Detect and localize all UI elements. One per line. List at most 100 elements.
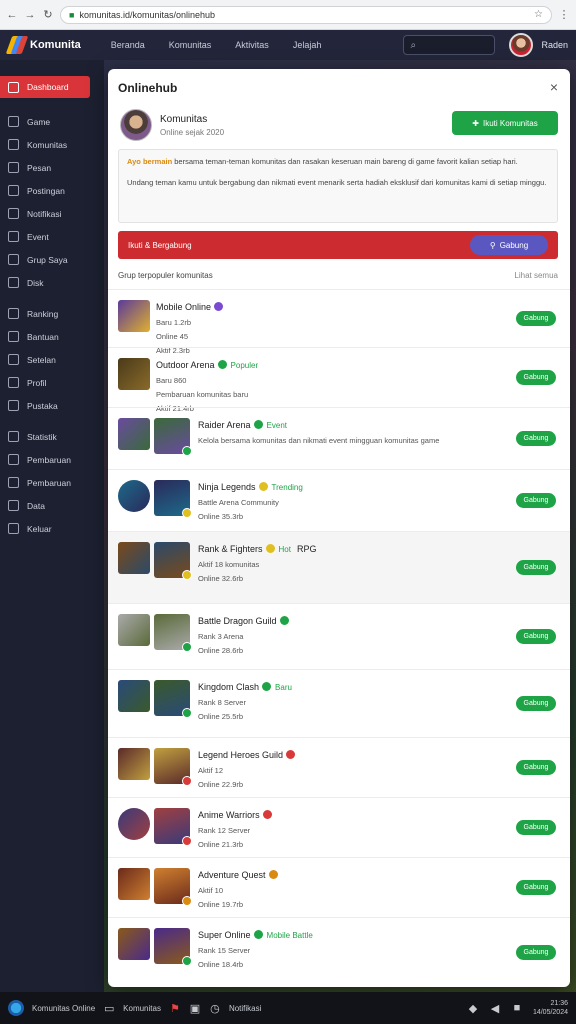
help-icon	[8, 331, 19, 342]
sidebar-item[interactable]: Data	[0, 494, 104, 517]
close-icon[interactable]: ×	[550, 79, 558, 95]
taskbar-window-label[interactable]: Komunitas	[123, 1004, 161, 1013]
sidebar-item[interactable]: Disk	[0, 271, 104, 294]
list-item[interactable]: Anime Warriors Rank 12 Server Online 21.3r…	[108, 797, 570, 857]
sidebar-item-label: Komunitas	[27, 139, 68, 150]
group-title[interactable]: Ninja Legends	[198, 482, 256, 492]
list-item[interactable]: Mobile Online Baru 1.2rb Online 45 Aktif 2.…	[108, 289, 570, 355]
join-group-button[interactable]: Gabung	[516, 431, 556, 446]
join-button[interactable]: ⚲ Gabung	[470, 235, 548, 255]
address-bar[interactable]: ■ komunitas.id/komunitas/onlinehub ☆	[60, 5, 552, 24]
list-item[interactable]: Raider Arena Event Kelola bersama komunita…	[108, 407, 570, 469]
join-group-button[interactable]: Gabung	[516, 696, 556, 711]
join-group-button[interactable]: Gabung	[516, 560, 556, 575]
browser-menu-icon[interactable]: ⋮	[558, 9, 570, 21]
avatar[interactable]	[509, 33, 534, 57]
group-title[interactable]: Kingdom Clash	[198, 682, 259, 692]
taskbar: Komunitas Online ▭ Komunitas ⚑ ▣ ◷ Notif…	[0, 992, 576, 1024]
nav-item-jelajah[interactable]: Jelajah	[293, 40, 322, 50]
sidebar-item[interactable]: Pembaruan	[0, 448, 104, 471]
search-input[interactable]: ⌕	[403, 35, 496, 55]
status-dot-icon	[182, 642, 192, 652]
app-header: Komunita Beranda Komunitas Aktivitas Jel…	[0, 30, 576, 60]
start-icon[interactable]	[8, 1000, 24, 1016]
list-header: Grup terpopuler komunitas Lihat semua	[118, 271, 558, 280]
window-icon[interactable]: ▣	[189, 1002, 201, 1015]
sidebar-item[interactable]: Komunitas	[0, 133, 104, 156]
list-item[interactable]: Outdoor Arena Populer Baru 860 Pembaruan ko…	[108, 347, 570, 413]
group-title[interactable]: Adventure Quest	[198, 870, 266, 880]
sidebar-item[interactable]: Dashboard	[0, 76, 90, 98]
app-logo[interactable]: Komunita	[5, 36, 81, 54]
join-group-button[interactable]: Gabung	[516, 760, 556, 775]
verified-icon	[253, 930, 263, 939]
taskbar-app-label[interactable]: Komunitas Online	[32, 1004, 95, 1013]
group-title[interactable]: Legend Heroes Guild	[198, 750, 283, 760]
list-item[interactable]: Kingdom Clash Baru Rank 8 Server Online 25.…	[108, 669, 570, 737]
join-group-button[interactable]: Gabung	[516, 820, 556, 835]
network-icon[interactable]: ◆	[467, 1002, 479, 1015]
sidebar-item[interactable]: Bantuan	[0, 325, 104, 348]
group-title[interactable]: Outdoor Arena	[156, 360, 215, 370]
group-meta-line3: Online 22.9rb	[198, 780, 244, 789]
community-name: Komunitas	[160, 113, 208, 125]
group-title[interactable]: Raider Arena	[198, 420, 251, 430]
sidebar-item[interactable]: Pesan	[0, 156, 104, 179]
modal-title: Onlinehub	[118, 81, 178, 95]
sidebar-item[interactable]: Grup Saya	[0, 248, 104, 271]
see-all-link[interactable]: Lihat semua	[514, 271, 558, 280]
follow-community-button[interactable]: ✚ Ikuti Komunitas	[452, 111, 558, 135]
join-group-button[interactable]: Gabung	[516, 493, 556, 508]
group-title[interactable]: Mobile Online	[156, 302, 211, 312]
battery-icon[interactable]: ■	[511, 1002, 523, 1014]
group-title[interactable]: Super Online	[198, 930, 251, 940]
sidebar-item-label: Grup Saya	[27, 254, 68, 265]
sidebar-item[interactable]: Setelan	[0, 348, 104, 371]
system-clock[interactable]: 21:36 14/05/2024	[533, 999, 568, 1017]
volume-icon[interactable]: ◀	[489, 1002, 501, 1015]
sidebar-item[interactable]: Pembaruan	[0, 471, 104, 494]
group-title[interactable]: Anime Warriors	[198, 810, 260, 820]
join-group-button[interactable]: Gabung	[516, 370, 556, 385]
sidebar-item[interactable]: Pustaka	[0, 394, 104, 417]
sidebar-item[interactable]: Profil	[0, 371, 104, 394]
list-item[interactable]: Legend Heroes Guild Aktif 12 Online 22.9rb…	[108, 737, 570, 797]
group-title[interactable]: Rank & Fighters	[198, 544, 263, 554]
flag-icon[interactable]: ⚑	[169, 1002, 181, 1015]
chat-icon[interactable]: ▭	[103, 1002, 115, 1015]
back-icon[interactable]: ←	[6, 9, 18, 21]
sidebar-item[interactable]: Keluar	[0, 517, 104, 540]
taskbar-tray-label[interactable]: Notifikasi	[229, 1004, 261, 1013]
sidebar-item-label: Setelan	[27, 354, 56, 365]
join-group-button[interactable]: Gabung	[516, 945, 556, 960]
join-group-button[interactable]: Gabung	[516, 311, 556, 326]
sidebar-item[interactable]: Ranking	[0, 302, 104, 325]
status-dot-icon	[182, 896, 192, 906]
sidebar-item[interactable]: Statistik	[0, 425, 104, 448]
list-item[interactable]: Battle Dragon Guild Rank 3 Arena Online 28…	[108, 603, 570, 669]
sidebar-item[interactable]: Game	[0, 110, 104, 133]
join-group-button[interactable]: Gabung	[516, 629, 556, 644]
join-group-button[interactable]: Gabung	[516, 880, 556, 895]
sidebar-item[interactable]: Postingan	[0, 179, 104, 202]
list-item[interactable]: Adventure Quest Aktif 10 Online 19.7rb Gabu…	[108, 857, 570, 917]
sidebar-item-label: Game	[27, 116, 51, 127]
list-item[interactable]: Rank & Fighters Hot RPG Aktif 18 komunitas O…	[108, 531, 570, 603]
clock-icon[interactable]: ◷	[209, 1002, 221, 1015]
group-title[interactable]: Battle Dragon Guild	[198, 616, 277, 626]
reload-icon[interactable]: ↻	[42, 9, 54, 21]
user-name[interactable]: Raden	[541, 40, 568, 50]
group-meta-line3: Online 25.5rb	[198, 712, 244, 721]
nav-item-aktivitas[interactable]: Aktivitas	[235, 40, 269, 50]
sidebar-item[interactable]: Event	[0, 225, 104, 248]
bookmark-icon[interactable]: ☆	[534, 9, 543, 20]
list-item[interactable]: Ninja Legends Trending Battle Arena Commun…	[108, 469, 570, 531]
group-icon	[8, 254, 19, 265]
nav-item-komunitas[interactable]: Komunitas	[169, 40, 212, 50]
list-item[interactable]: Super Online Mobile Battle Rank 15 Server O…	[108, 917, 570, 987]
sidebar-item[interactable]: Notifikasi	[0, 202, 104, 225]
group-thumbnail	[118, 868, 150, 900]
forward-icon[interactable]: →	[24, 9, 36, 21]
description-text-1: bersama teman-teman komunitas dan rasaka…	[174, 157, 518, 166]
nav-item-beranda[interactable]: Beranda	[111, 40, 145, 50]
